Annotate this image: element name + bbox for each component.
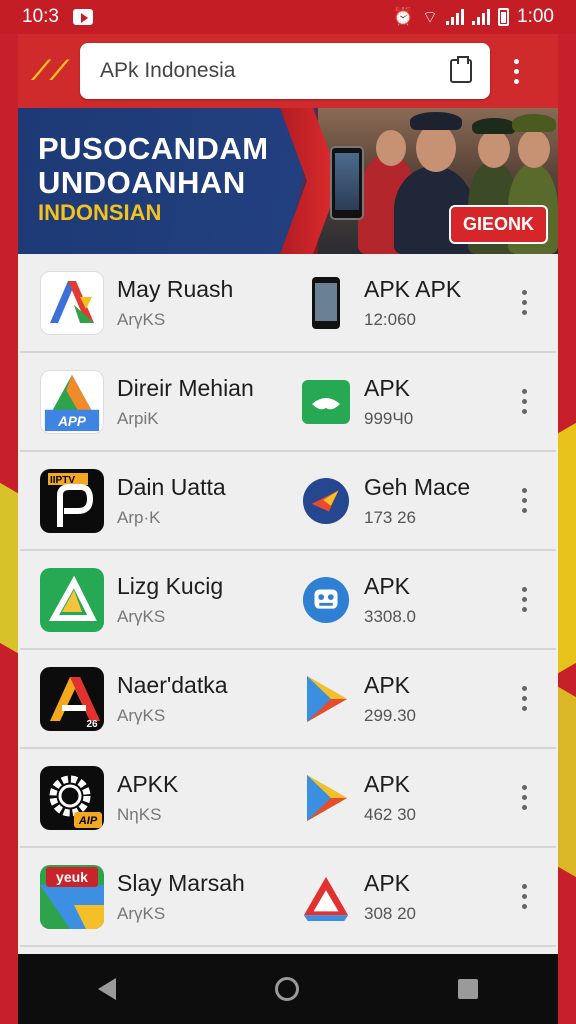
logo-icon[interactable]: ⟋⟋	[32, 55, 68, 87]
item-menu-icon[interactable]	[522, 488, 527, 513]
app-subtitle: Arp·K	[117, 508, 161, 527]
app-badge: 26	[86, 719, 98, 730]
app-subtitle: ArγKS	[117, 607, 166, 626]
iptv-icon[interactable]: IIPTV	[40, 468, 104, 533]
list-item[interactable]: AIP APKK NηKS APK 462 30	[20, 749, 556, 848]
phone-image	[330, 146, 364, 220]
maps-like-icon[interactable]	[40, 270, 104, 335]
app-subtitle: NηKS	[117, 805, 162, 824]
list-item[interactable]: Lizg Kucig ArγKS APK 3308.0	[20, 551, 556, 650]
play-box-icon	[72, 9, 93, 25]
signal-icon	[446, 9, 465, 25]
app-bar: ⟋⟋ APk Indonesia	[18, 34, 558, 108]
robot-icon[interactable]	[302, 576, 350, 624]
app-name: Geh Mace	[364, 474, 471, 500]
drive-triangle-icon[interactable]	[302, 873, 350, 921]
search-bar[interactable]: APk Indonesia	[80, 43, 490, 99]
app-subtitle: 3308.0	[364, 607, 416, 626]
item-menu-icon[interactable]	[522, 884, 527, 909]
play-store-icon[interactable]	[302, 675, 350, 723]
banner-button[interactable]: GIEONK	[448, 205, 548, 244]
item-menu-icon[interactable]	[522, 785, 527, 810]
app-name: May Ruash	[117, 276, 234, 302]
banner-title: PUSOCANDAM UNDOANHAN	[38, 132, 269, 200]
back-icon[interactable]	[97, 978, 116, 1000]
app-subtitle: 12:060	[364, 310, 416, 329]
alarm-icon: ⏰	[392, 7, 415, 26]
clipboard-icon[interactable]	[450, 56, 472, 83]
item-menu-icon[interactable]	[522, 686, 527, 711]
app-subtitle: 173 26	[364, 508, 416, 527]
banner-title-line2: UNDOANHAN	[38, 165, 246, 200]
promo-banner[interactable]: PUSOCANDAM UNDOANHAN INDONSIAN GIEONK	[18, 108, 558, 254]
nav-bar	[18, 954, 558, 1024]
home-icon[interactable]	[274, 977, 299, 1001]
app-badge: APP	[57, 414, 87, 429]
signal-icon	[472, 9, 491, 25]
wifi-icon: ⌔	[422, 7, 439, 27]
app-subtitle: ArγKS	[117, 310, 166, 329]
recents-icon[interactable]	[458, 979, 479, 999]
list-item[interactable]: May Ruash ArγKS APK APK 12:060	[20, 254, 556, 353]
phone-icon[interactable]	[302, 276, 350, 329]
item-menu-icon[interactable]	[522, 587, 527, 612]
app-subtitle: 999Ч0	[364, 409, 414, 428]
app-name: APK	[364, 672, 411, 698]
app-name: APK APK	[364, 276, 462, 302]
banner-subtitle: INDONSIAN	[38, 200, 162, 225]
app-subtitle: 462 30	[364, 805, 416, 824]
handshake-icon[interactable]	[302, 378, 350, 426]
app-name: APK	[364, 573, 411, 599]
app-name: Direir Mehian	[117, 375, 254, 401]
app-subtitle: ArγKS	[117, 904, 166, 923]
maps-yeuk-icon[interactable]: yeuk	[40, 864, 104, 929]
app-subtitle: 299.30	[364, 706, 416, 725]
battery-icon	[498, 8, 510, 26]
app-name: APK	[364, 375, 411, 401]
list-item[interactable]: yeuk Slay Marsah ArγKS APK 308 20	[20, 848, 556, 947]
letter-a-icon[interactable]: 26	[40, 666, 104, 731]
app-name: APKK	[117, 771, 179, 797]
banner-title-line1: PUSOCANDAM	[38, 131, 269, 166]
list-item[interactable]: IIPTV Dain Uatta Arp·K Geh Mace 173 26	[20, 452, 556, 551]
app-subtitle: ArγKS	[117, 706, 166, 725]
app-badge: AIP	[78, 815, 98, 827]
app-name: Lizg Kucig	[117, 573, 224, 599]
item-menu-icon[interactable]	[522, 290, 527, 315]
play-store-icon[interactable]	[302, 774, 350, 822]
gear-icon[interactable]: AIP	[40, 765, 104, 830]
app-window: ⟋⟋ APk Indonesia PUSOCANDAM UNDOANHAN IN…	[18, 34, 558, 1024]
app-name: Naer'datka	[117, 672, 228, 698]
drive-like-icon[interactable]: APP	[40, 369, 104, 434]
list-item[interactable]: 26 Naer'datka ArγKS APK 299.30	[20, 650, 556, 749]
status-time: 10:3	[22, 6, 59, 27]
app-subtitle: ArpiK	[117, 409, 159, 428]
app-name: Dain Uatta	[117, 474, 226, 500]
app-subtitle: 308 20	[364, 904, 416, 923]
app-list: May Ruash ArγKS APK APK 12:060 APP Direi…	[18, 254, 558, 947]
triangle-app-icon[interactable]	[40, 567, 104, 632]
battery-time: 1:00	[517, 6, 554, 27]
app-name: APK	[364, 771, 411, 797]
list-item[interactable]: APP Direir Mehian ArpiK APK 999Ч0	[20, 353, 556, 452]
overflow-menu-icon[interactable]	[506, 58, 526, 84]
app-name: Slay Marsah	[117, 870, 245, 896]
app-name: APK	[364, 870, 411, 896]
app-badge: yeuk	[56, 869, 88, 885]
status-bar: 10:3 ⏰ ⌔ 1:00	[0, 0, 576, 34]
search-input[interactable]: APk Indonesia	[100, 59, 450, 83]
item-menu-icon[interactable]	[522, 389, 527, 414]
bird-icon[interactable]	[302, 477, 350, 525]
